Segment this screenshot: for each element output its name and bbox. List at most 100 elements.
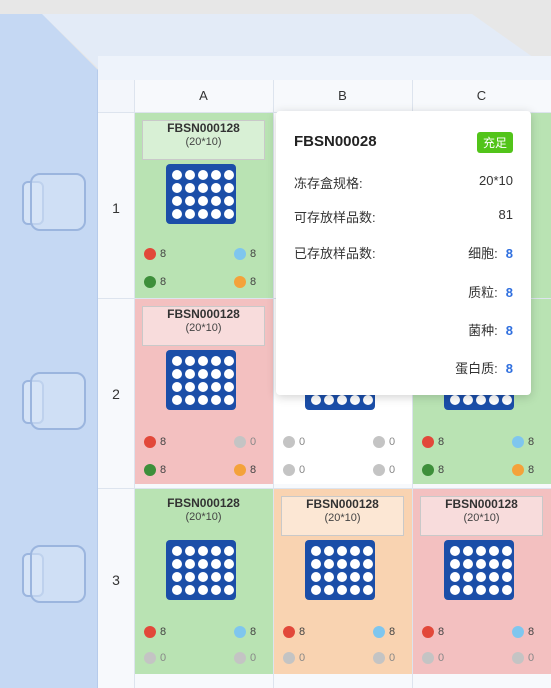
- protein-count: 8: [234, 464, 256, 476]
- protein-count: 0: [234, 652, 256, 664]
- drawer-handle-1[interactable]: [22, 173, 86, 231]
- cell-icon: [144, 626, 156, 638]
- stored-label: 已存放样品数:: [294, 246, 376, 261]
- cell-icon: [283, 436, 295, 448]
- row-header-1: 1: [112, 200, 120, 216]
- grid-cell-a1[interactable]: FBSN000128 (20*10) 8 8 8 8: [134, 112, 273, 298]
- plasmid-count-value: 0: [250, 436, 257, 448]
- protein-icon: [373, 464, 385, 476]
- cell-count: 8: [144, 248, 166, 260]
- cell-count: 8: [144, 626, 166, 638]
- cabinet-inner-top: [98, 56, 551, 80]
- grid-cell-c3[interactable]: FBSN000128 (20*10) 8 8 0 0: [412, 488, 551, 674]
- cell-count-value: 8: [160, 436, 167, 448]
- protein-count-value: 0: [389, 464, 396, 476]
- cell-icon: [283, 626, 295, 638]
- strain-count: 0: [144, 652, 166, 664]
- strain-row: 菌种: 8: [294, 320, 513, 339]
- box-label: FBSN000128 (20*10): [281, 496, 404, 536]
- strain-count: 8: [422, 464, 444, 476]
- plasmid-icon: [512, 626, 524, 638]
- cell-count-value: 8: [438, 626, 445, 638]
- box-code: FBSN000128: [167, 496, 240, 510]
- strain-count-value: 0: [299, 652, 306, 664]
- cell-count-value: 8: [160, 248, 167, 260]
- cell-count: 8: [144, 436, 166, 448]
- freezer-box-icon: [166, 350, 236, 410]
- box-spec: (20*10): [185, 511, 222, 523]
- plasmid-count: 8: [373, 626, 395, 638]
- protein-icon: [234, 464, 246, 476]
- protein-count-value: 0: [528, 652, 535, 664]
- box-code: FBSN000128: [167, 121, 240, 135]
- protein-count: 0: [373, 464, 395, 476]
- drawer-handle-3[interactable]: [22, 545, 86, 603]
- box-label: FBSN000128 (20*10): [142, 120, 265, 160]
- cell-count-value: 8: [160, 626, 167, 638]
- grid-line: [273, 80, 274, 688]
- grid-line: [98, 488, 551, 489]
- protein-count-value: 0: [389, 652, 396, 664]
- plasmid-count: 0: [234, 436, 256, 448]
- protein-type-value: 8: [505, 361, 513, 376]
- box-label: FBSN000128 (20*10): [142, 496, 265, 536]
- freezer-box-icon: [166, 540, 236, 600]
- strain-icon: [283, 652, 295, 664]
- protein-type-label: 蛋白质:: [455, 361, 498, 376]
- protein-count: 0: [512, 652, 534, 664]
- drawer-handle-2[interactable]: [22, 372, 86, 430]
- cell-count-value: 8: [438, 436, 445, 448]
- cell-count-value: 0: [299, 436, 306, 448]
- tooltip-box-code: FBSN00028: [294, 133, 377, 150]
- strain-count: 0: [283, 652, 305, 664]
- protein-count: 8: [512, 464, 534, 476]
- protein-row: 蛋白质: 8: [294, 358, 513, 377]
- box-spec: (20*10): [185, 136, 222, 148]
- strain-count-value: 0: [438, 652, 445, 664]
- protein-count: 8: [234, 276, 256, 288]
- plasmid-count: 8: [234, 248, 256, 260]
- protein-icon: [373, 652, 385, 664]
- column-header-a: A: [199, 88, 208, 103]
- capacity-value: 81: [498, 207, 513, 222]
- plasmid-icon: [234, 436, 246, 448]
- box-detail-tooltip: FBSN00028 充足 冻存盒规格: 20*10 可存放样品数: 81 已存放…: [276, 111, 531, 395]
- grid-corner: [98, 80, 134, 112]
- cell-count: 8: [422, 626, 444, 638]
- plasmid-count-value: 8: [528, 626, 535, 638]
- box-label: FBSN000128 (20*10): [142, 306, 265, 346]
- plasmid-count-value: 8: [250, 626, 257, 638]
- plasmid-type-value: 8: [505, 285, 513, 300]
- strain-count: 0: [422, 652, 444, 664]
- plasmid-count-value: 8: [389, 626, 396, 638]
- plasmid-type-label: 质粒:: [468, 285, 498, 300]
- strain-type-label: 菌种:: [468, 323, 498, 338]
- strain-icon: [144, 276, 156, 288]
- row-header-3: 3: [112, 572, 120, 588]
- strain-icon: [283, 464, 295, 476]
- row-header-2: 2: [112, 386, 120, 402]
- box-code: FBSN000128: [306, 497, 379, 511]
- protein-count-value: 8: [250, 464, 257, 476]
- cell-type-label: 细胞:: [468, 246, 498, 261]
- spec-label: 冻存盒规格:: [294, 176, 363, 191]
- plasmid-icon: [373, 436, 385, 448]
- grid-cell-a2[interactable]: FBSN000128 (20*10) 8 0 8 8: [134, 298, 273, 484]
- strain-count: 8: [144, 464, 166, 476]
- protein-count-value: 8: [250, 276, 257, 288]
- grid-cell-a3[interactable]: FBSN000128 (20*10) 8 8 0 0: [134, 488, 273, 674]
- plasmid-icon: [234, 626, 246, 638]
- strain-icon: [144, 464, 156, 476]
- grid-line: [134, 80, 135, 688]
- plasmid-icon: [512, 436, 524, 448]
- box-spec: (20*10): [185, 322, 222, 334]
- plasmid-count: 8: [512, 626, 534, 638]
- plasmid-icon: [234, 248, 246, 260]
- plasmid-count-value: 8: [250, 248, 257, 260]
- cell-icon: [144, 436, 156, 448]
- capacity-row: 可存放样品数: 81: [294, 207, 513, 226]
- column-header-c: C: [476, 88, 487, 103]
- strain-count-value: 0: [160, 652, 167, 664]
- box-spec: (20*10): [463, 512, 500, 524]
- grid-cell-b3[interactable]: FBSN000128 (20*10) 8 8 0 0: [273, 488, 412, 674]
